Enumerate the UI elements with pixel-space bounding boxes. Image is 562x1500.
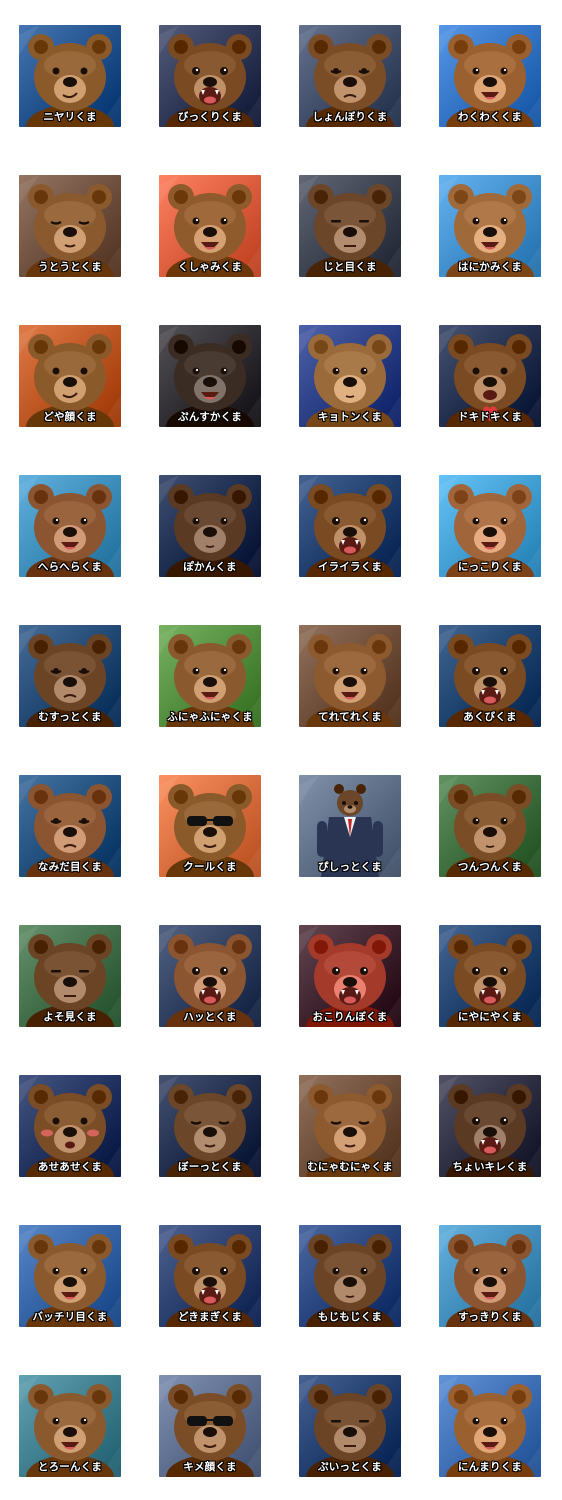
sticker-tile[interactable]: はにかみくま: [439, 175, 541, 277]
sticker-caption: よそ見くま: [43, 1011, 97, 1023]
sticker-tile[interactable]: おこりんぼくま: [299, 925, 401, 1027]
sticker-tile[interactable]: どや顔くま: [19, 325, 121, 427]
sticker-tile[interactable]: ふにゃふにゃくま: [159, 625, 261, 727]
sticker-caption: にっこりくま: [457, 561, 523, 573]
sticker-tile[interactable]: むすっとくま: [19, 625, 121, 727]
sticker-tile[interactable]: あせあせくま: [19, 1075, 121, 1177]
sticker-caption: バッチリ目くま: [32, 1311, 108, 1323]
sticker-tile[interactable]: ハッとくま: [159, 925, 261, 1027]
sticker-tile[interactable]: ちょいキレくま: [439, 1075, 541, 1177]
sticker-caption: おこりんぼくま: [312, 1011, 388, 1023]
sticker-tile[interactable]: うとうとくま: [19, 175, 121, 277]
sticker-caption: イライラくま: [317, 561, 383, 573]
sticker-caption: にんまりくま: [457, 1461, 523, 1473]
sticker-tile[interactable]: へらへらくま: [19, 475, 121, 577]
sticker-tile[interactable]: ぷんすかくま: [159, 325, 261, 427]
sticker-tile[interactable]: びっくりくま: [159, 25, 261, 127]
sticker-tile[interactable]: むにゃむにゃくま: [299, 1075, 401, 1177]
sticker-tile[interactable]: ニヤリくま: [19, 25, 121, 127]
sticker-caption: ニヤリくま: [43, 111, 97, 123]
sticker-tile[interactable]: ぽかんくま: [159, 475, 261, 577]
sticker-caption: ドキドキくま: [457, 411, 523, 423]
sticker-tile[interactable]: とろーんくま: [19, 1375, 121, 1477]
sticker-caption: あくびくま: [463, 711, 517, 723]
sticker-caption: わくわくくま: [457, 111, 523, 123]
sticker-caption: しょんぼりくま: [312, 111, 388, 123]
sticker-tile[interactable]: ぼーっとくま: [159, 1075, 261, 1177]
sticker-caption: びっくりくま: [177, 111, 243, 123]
sticker-tile[interactable]: にっこりくま: [439, 475, 541, 577]
sticker-tile[interactable]: つんつんくま: [439, 775, 541, 877]
sticker-tile[interactable]: ぷいっとくま: [299, 1375, 401, 1477]
sticker-caption: ぼーっとくま: [178, 1161, 242, 1173]
sticker-caption: てれてれくま: [318, 711, 382, 723]
sticker-caption: ふにゃふにゃくま: [167, 711, 253, 723]
sticker-caption: むにゃむにゃくま: [307, 1161, 393, 1173]
sticker-caption: どきまぎくま: [177, 1311, 243, 1323]
sticker-caption: ぽかんくま: [183, 561, 237, 573]
sticker-tile[interactable]: あくびくま: [439, 625, 541, 727]
sticker-tile[interactable]: くしゃみくま: [159, 175, 261, 277]
sticker-caption: つんつんくま: [457, 861, 523, 873]
sticker-tile[interactable]: じと目くま: [299, 175, 401, 277]
sticker-caption: とろーんくま: [37, 1461, 103, 1473]
sticker-tile[interactable]: わくわくくま: [439, 25, 541, 127]
sticker-tile[interactable]: にやにやくま: [439, 925, 541, 1027]
sticker-caption: どや顔くま: [43, 411, 97, 423]
sticker-caption: ぷんすかくま: [178, 411, 242, 423]
sticker-caption: じと目くま: [323, 261, 377, 273]
sticker-tile[interactable]: てれてれくま: [299, 625, 401, 727]
sticker-caption: にやにやくま: [457, 1011, 523, 1023]
sticker-caption: ぷいっとくま: [318, 1461, 382, 1473]
sticker-caption: すっきりくま: [458, 1311, 522, 1323]
sticker-tile[interactable]: ぴしっとくま: [299, 775, 401, 877]
sticker-tile[interactable]: にんまりくま: [439, 1375, 541, 1477]
sticker-caption: はにかみくま: [457, 261, 523, 273]
sticker-caption: むすっとくま: [38, 711, 102, 723]
sticker-caption: へらへらくま: [37, 561, 103, 573]
sticker-tile[interactable]: キョトンくま: [299, 325, 401, 427]
sticker-tile[interactable]: どきまぎくま: [159, 1225, 261, 1327]
sticker-tile[interactable]: キメ顔くま: [159, 1375, 261, 1477]
sticker-grid: ニヤリくま びっくりくま しょんぼりくま わくわくくま うとうとくま くしゃみく…: [0, 0, 562, 1500]
sticker-tile[interactable]: しょんぼりくま: [299, 25, 401, 127]
sticker-caption: ぴしっとくま: [318, 861, 382, 873]
sticker-caption: くしゃみくま: [177, 261, 243, 273]
sticker-tile[interactable]: クールくま: [159, 775, 261, 877]
sticker-tile[interactable]: バッチリ目くま: [19, 1225, 121, 1327]
sticker-tile[interactable]: もじもじくま: [299, 1225, 401, 1327]
sticker-tile[interactable]: ドキドキくま: [439, 325, 541, 427]
sticker-caption: キメ顔くま: [183, 1461, 237, 1473]
sticker-caption: もじもじくま: [317, 1311, 383, 1323]
sticker-caption: あせあせくま: [37, 1161, 103, 1173]
sticker-tile[interactable]: なみだ目くま: [19, 775, 121, 877]
sticker-caption: なみだ目くま: [37, 861, 103, 873]
sticker-tile[interactable]: よそ見くま: [19, 925, 121, 1027]
sticker-tile[interactable]: イライラくま: [299, 475, 401, 577]
sticker-caption: ハッとくま: [183, 1011, 237, 1023]
sticker-caption: クールくま: [183, 861, 237, 873]
sticker-caption: うとうとくま: [38, 261, 102, 273]
sticker-caption: キョトンくま: [317, 411, 383, 423]
sticker-tile[interactable]: すっきりくま: [439, 1225, 541, 1327]
sticker-caption: ちょいキレくま: [452, 1161, 528, 1173]
